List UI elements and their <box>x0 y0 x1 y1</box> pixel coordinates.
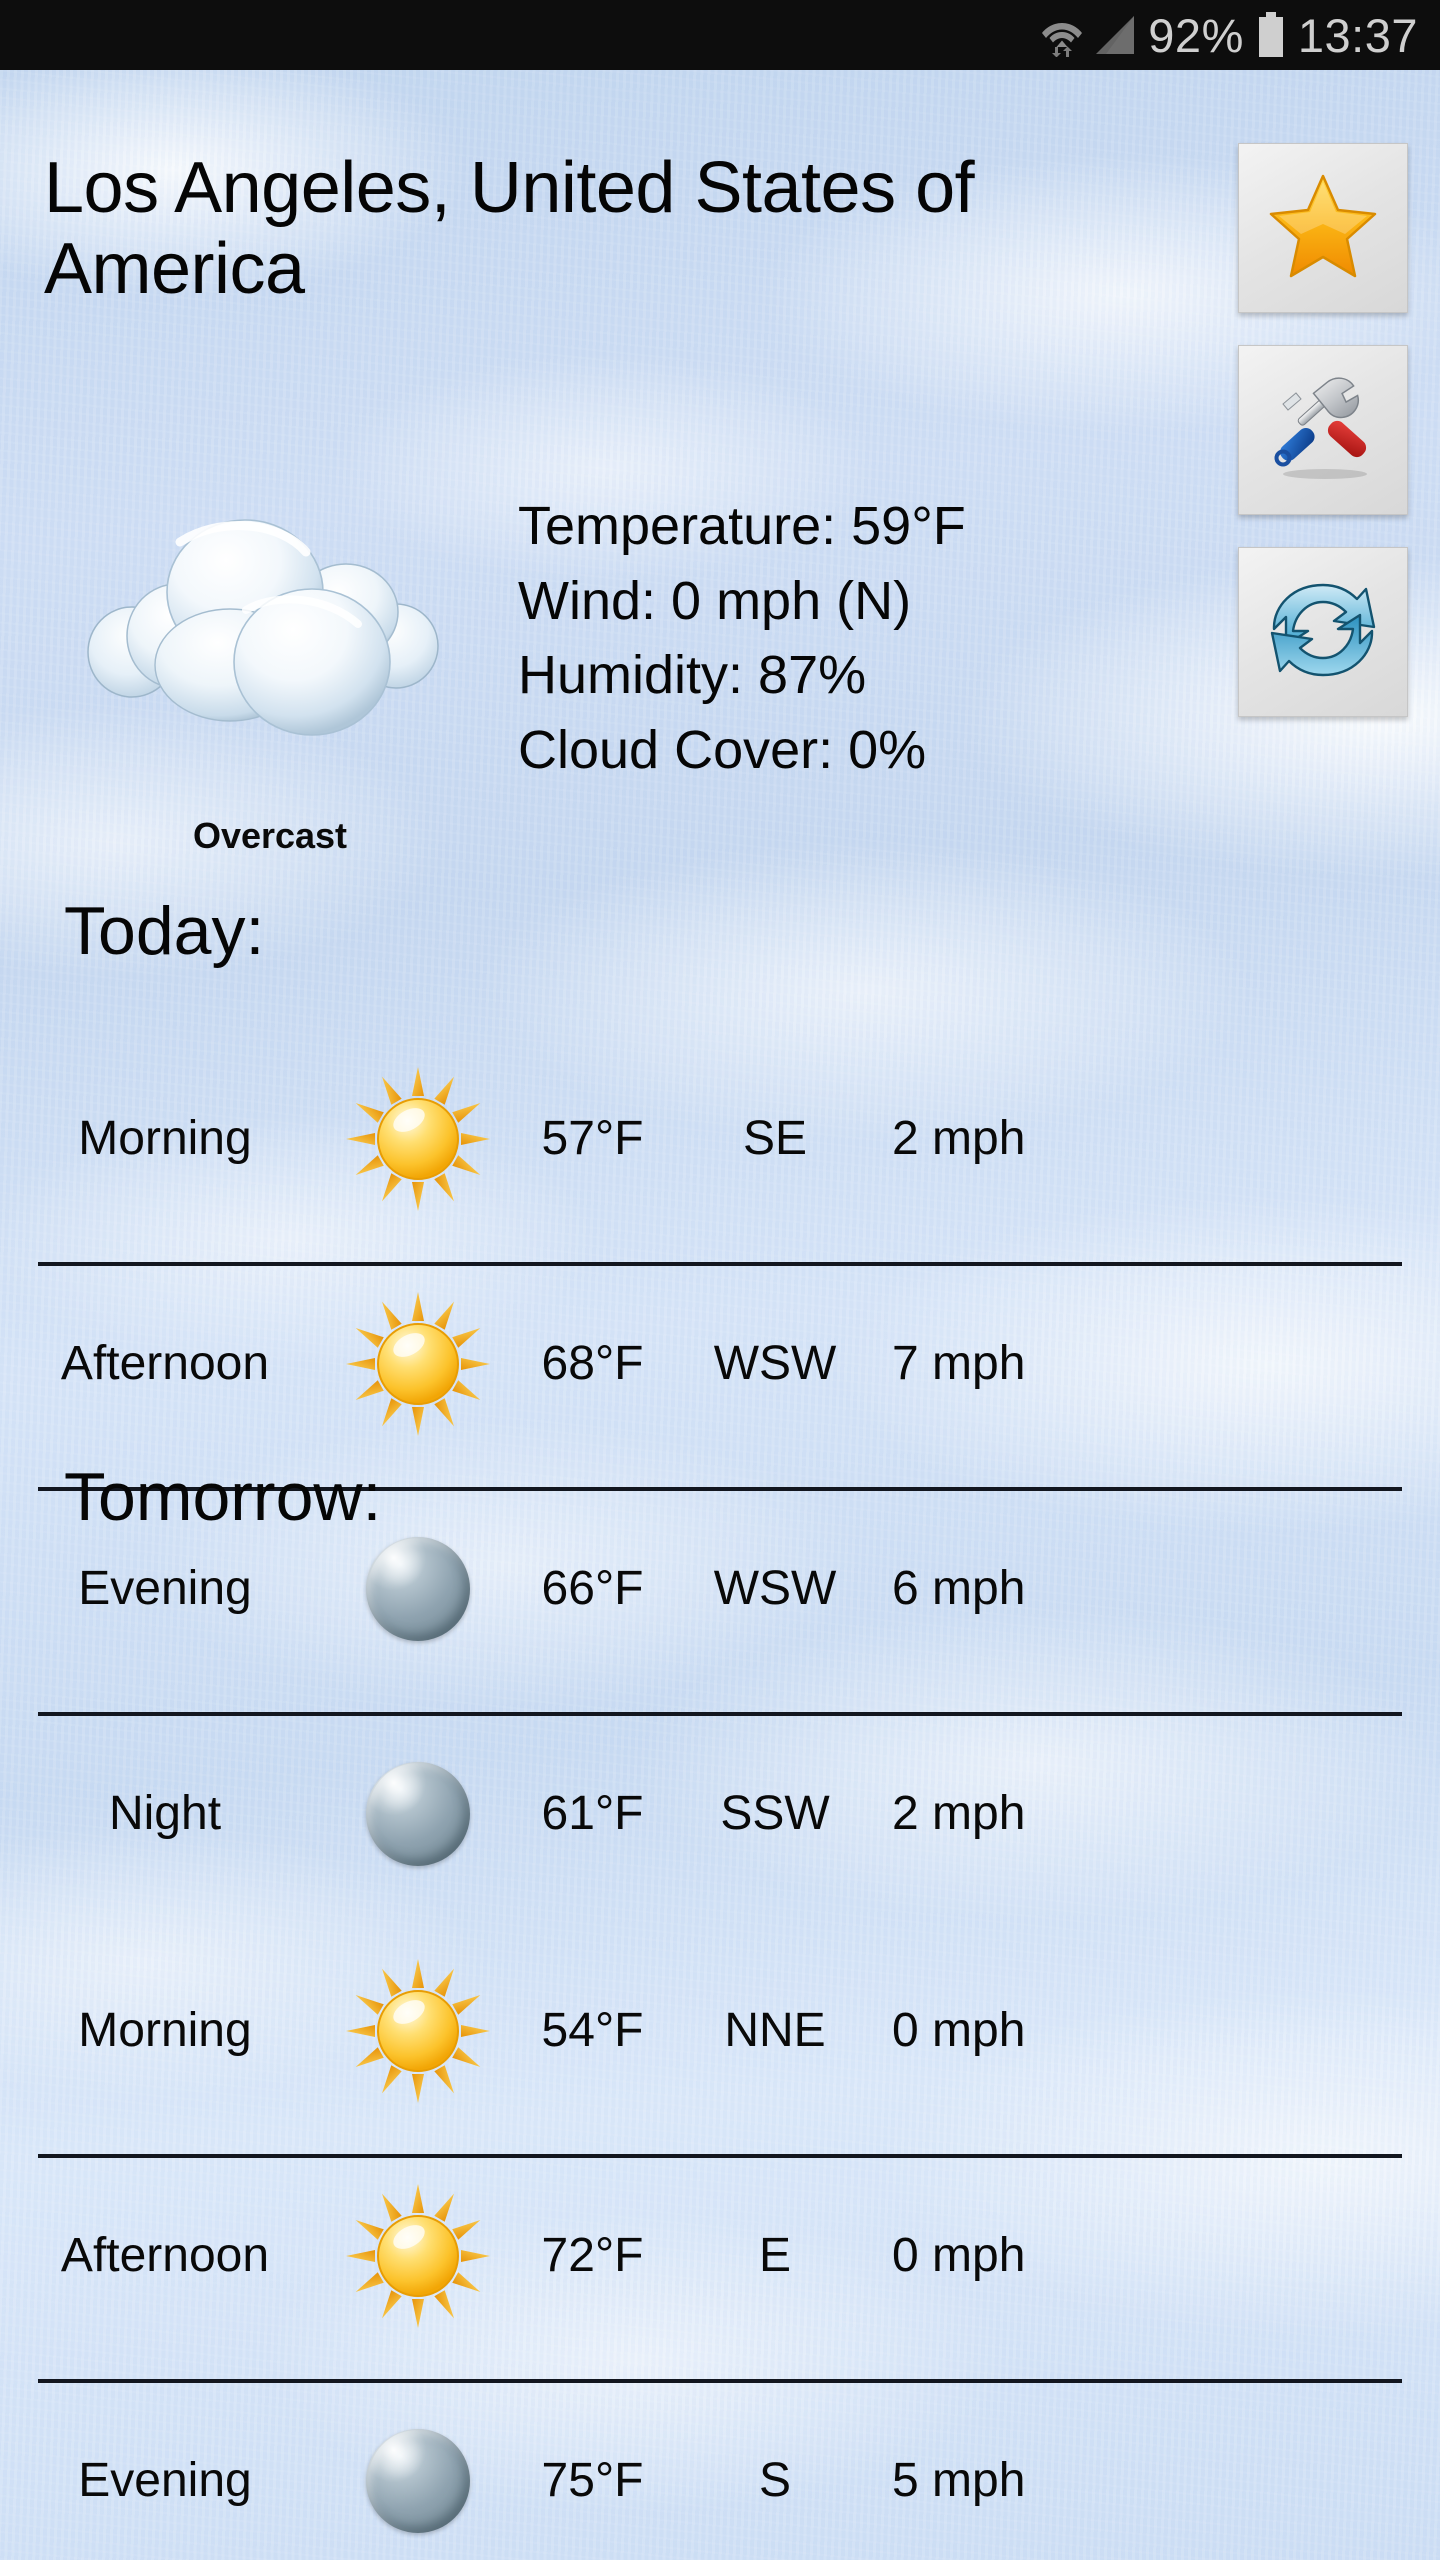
row-divider <box>38 2154 1402 2158</box>
wind-direction: NNE <box>724 2004 826 2057</box>
current-condition-icon <box>80 500 460 800</box>
period-label: Morning <box>78 1112 252 1165</box>
wind-speed: 2 mph <box>892 1787 1026 1840</box>
wind-speed: 6 mph <box>892 1562 1026 1615</box>
period-label: Evening <box>78 1562 252 1615</box>
wind-value: Wind: 0 mph (N) <box>518 570 912 631</box>
temperature-value: Temperature: 59°F <box>518 496 966 556</box>
forecast-row-today-afternoon[interactable]: Afternoon 68°F WSW 7 mph <box>0 1277 1440 1450</box>
temp-value: 54°F <box>541 2004 644 2057</box>
period-label: Afternoon <box>60 2229 270 2282</box>
temp-value: 68°F <box>541 1337 644 1390</box>
today-heading: Today: <box>64 893 265 969</box>
status-bar: 92% 13:37 <box>0 0 1440 70</box>
temp-value: 57°F <box>541 1112 644 1165</box>
wind-direction: WSW <box>713 1337 837 1390</box>
wind-direction: E <box>758 2229 791 2282</box>
page-title: Los Angeles, United States of America <box>44 148 975 309</box>
refresh-button[interactable] <box>1238 547 1408 717</box>
temp-value: 61°F <box>541 1787 644 1840</box>
period-label: Morning <box>78 2004 252 2057</box>
tools-icon <box>1263 372 1383 489</box>
forecast-row-tomorrow-evening[interactable]: Evening 75°F S 5 mph <box>0 2394 1440 2560</box>
sun-icon <box>330 2176 505 2336</box>
wifi-icon <box>1042 13 1083 57</box>
current-conditions: Temperature: 59°F Wind: 0 mph (N) Humidi… <box>518 495 1138 794</box>
wind-speed: 5 mph <box>892 2454 1026 2507</box>
wind-direction: S <box>758 2454 791 2507</box>
period-label: Afternoon <box>60 1337 270 1390</box>
status-bar-clock: 13:37 <box>1297 8 1418 62</box>
current-condition-label: Overcast <box>192 815 348 856</box>
forecast-row-today-morning[interactable]: Morning 57°F SE 2 mph <box>0 1052 1440 1225</box>
wind-direction: SE <box>742 1112 808 1165</box>
humidity-value: Humidity: 87% <box>518 645 867 706</box>
wind-direction: WSW <box>713 1562 837 1615</box>
forecast-row-tomorrow-morning[interactable]: Morning 54°F NNE 0 mph <box>0 1944 1440 2117</box>
weather-screen: Los Angeles, United States of America Ov… <box>0 70 1440 2560</box>
star-icon <box>1267 172 1379 285</box>
row-divider <box>38 1262 1402 1266</box>
battery-percent: 92% <box>1148 8 1244 62</box>
battery-icon <box>1256 12 1286 58</box>
settings-button[interactable] <box>1238 345 1408 515</box>
temp-value: 66°F <box>541 1562 644 1615</box>
wind-speed: 2 mph <box>892 1112 1026 1165</box>
favorite-button[interactable] <box>1238 143 1408 313</box>
period-label: Night <box>108 1787 222 1840</box>
cellular-signal-icon <box>1094 14 1136 56</box>
forecast-row-tomorrow-afternoon[interactable]: Afternoon 72°F E 0 mph <box>0 2169 1440 2342</box>
row-divider <box>38 2379 1402 2383</box>
tomorrow-heading: Tomorrow: <box>64 1459 382 1535</box>
temp-value: 75°F <box>541 2454 644 2507</box>
cloud-cover-value: Cloud Cover: 0% <box>518 719 927 780</box>
wind-speed: 7 mph <box>892 1337 1026 1390</box>
wind-speed: 0 mph <box>892 2004 1026 2057</box>
temp-value: 72°F <box>541 2229 644 2282</box>
moon-icon <box>330 2401 505 2560</box>
wind-direction: SSW <box>720 1787 830 1840</box>
sun-icon <box>330 1284 505 1444</box>
sun-icon <box>330 1059 505 1219</box>
sun-icon <box>330 1951 505 2111</box>
period-label: Evening <box>78 2454 252 2507</box>
refresh-icon <box>1262 571 1384 694</box>
wind-speed: 0 mph <box>892 2229 1026 2282</box>
